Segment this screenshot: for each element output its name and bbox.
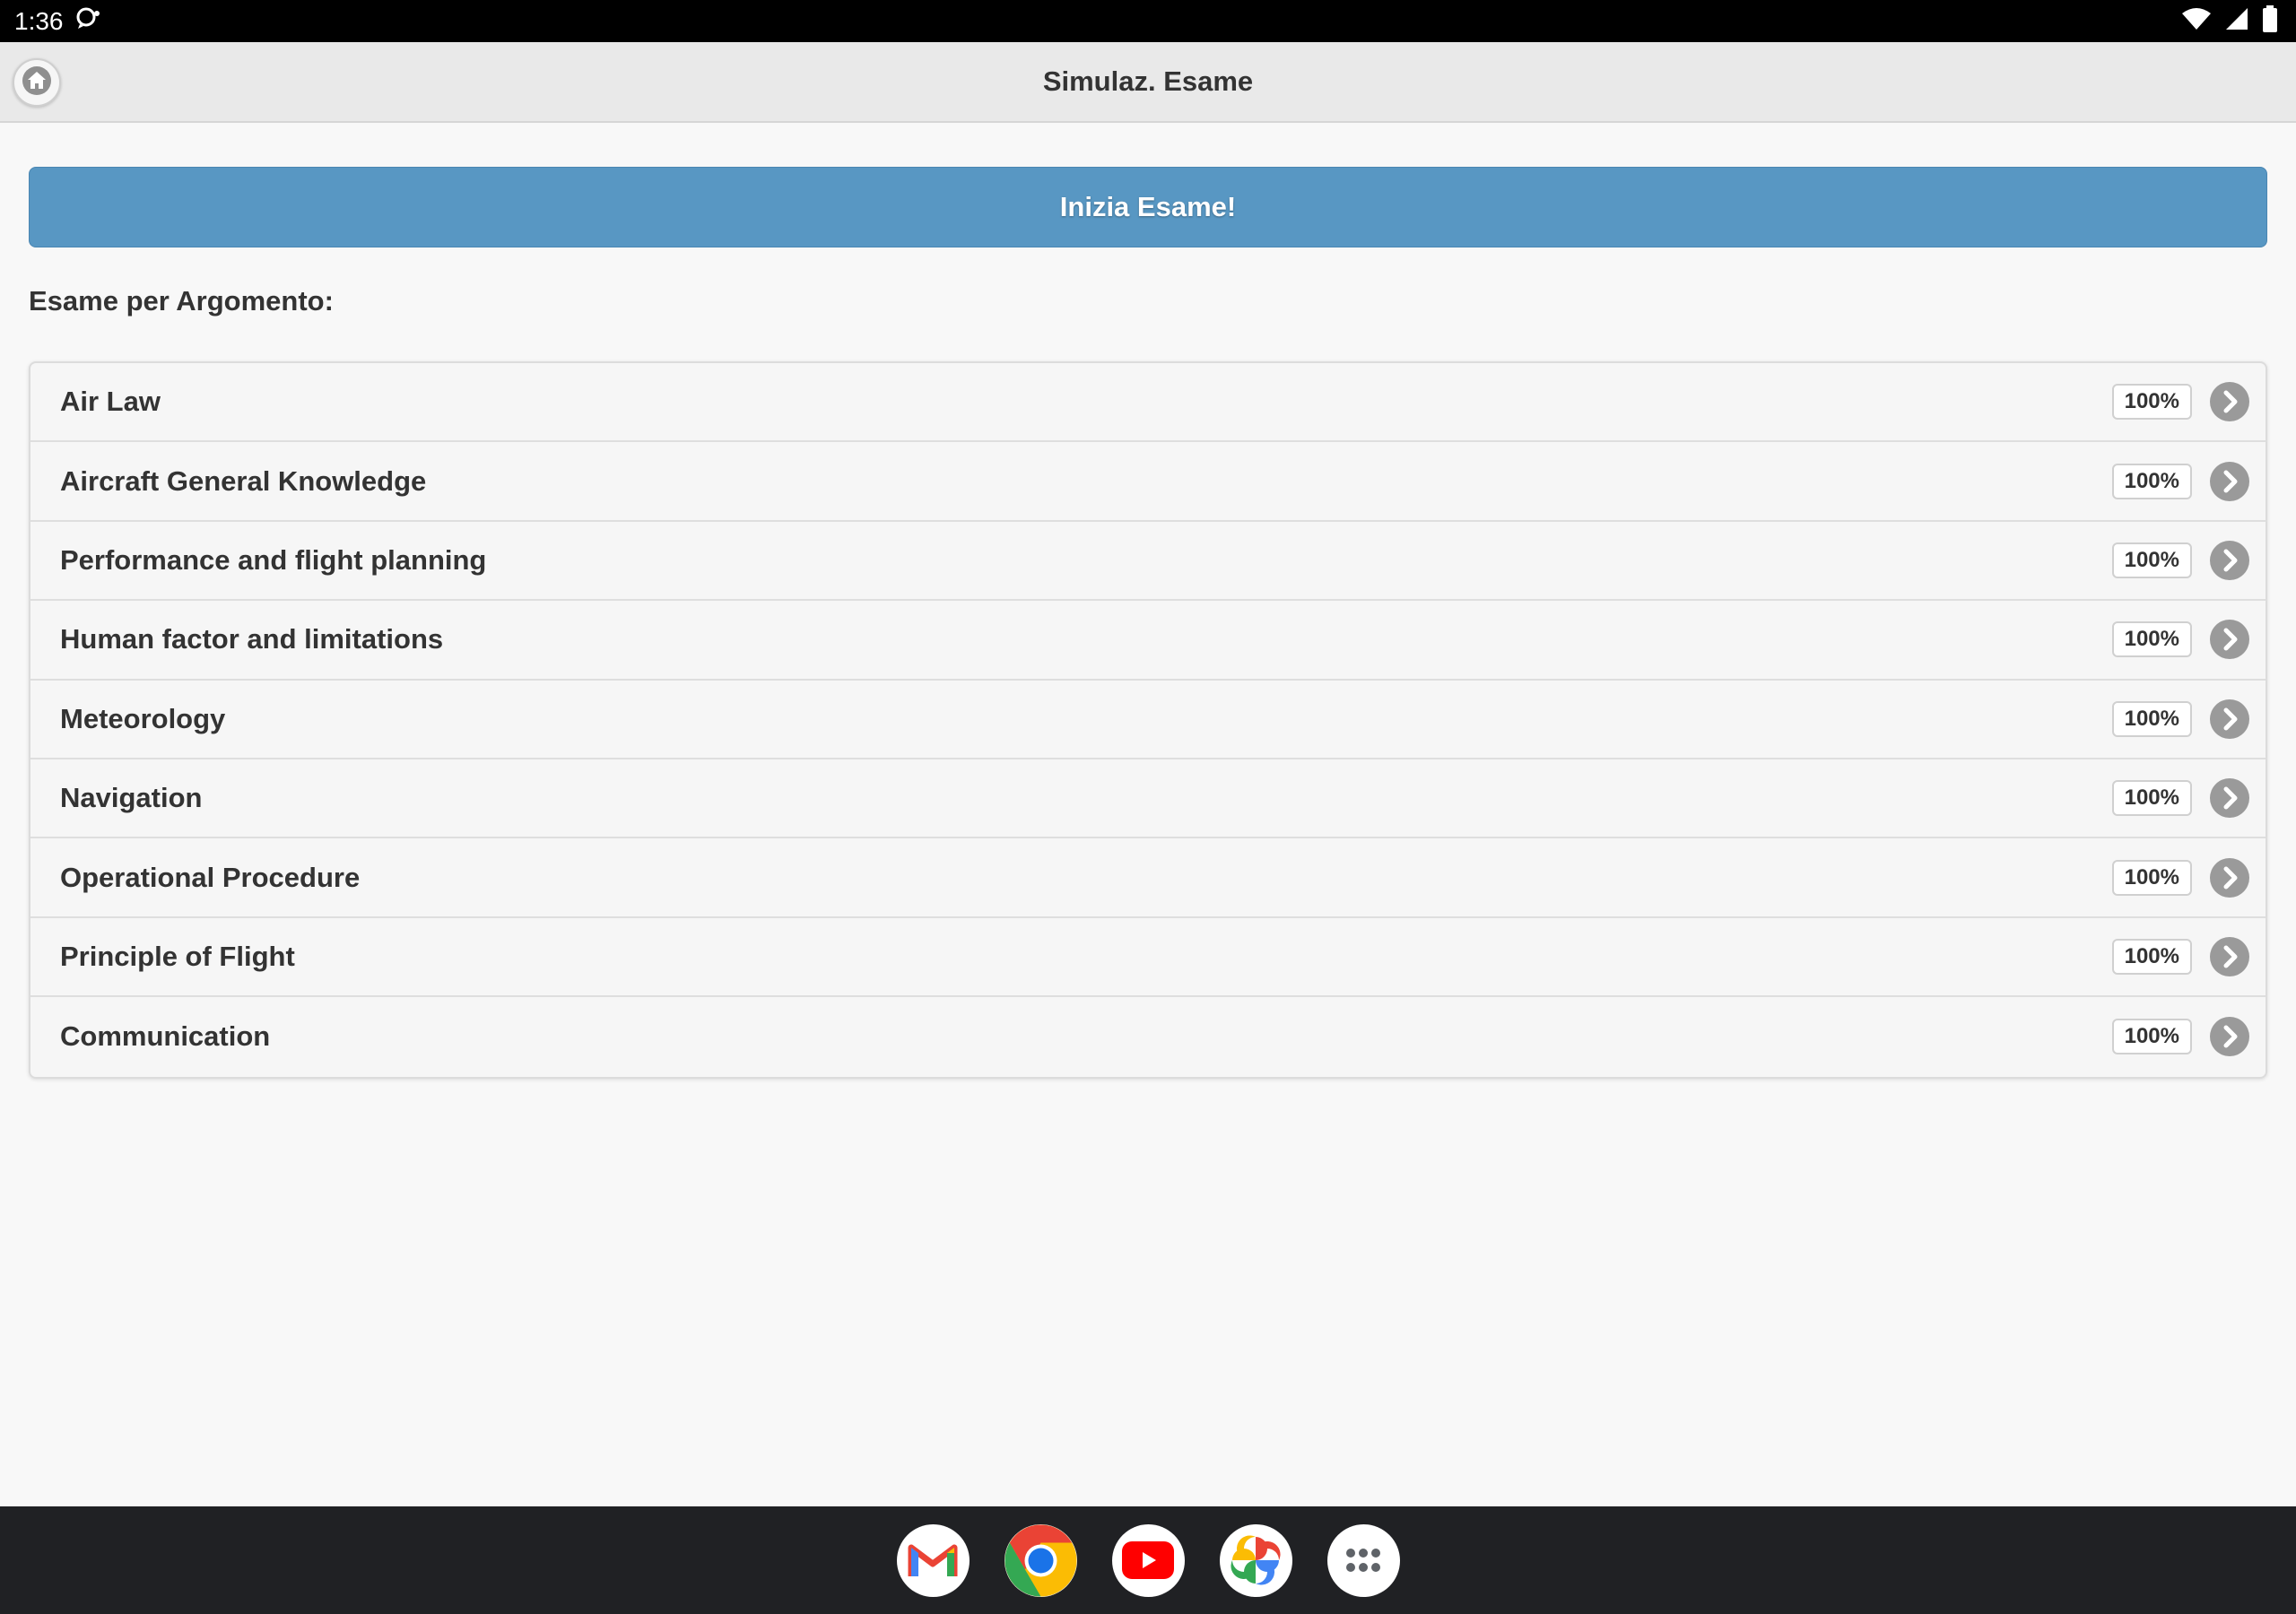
topic-label: Communication — [60, 1020, 271, 1053]
app-drawer-icon[interactable] — [1326, 1523, 1400, 1597]
topic-item-navigation[interactable]: Navigation 100% — [30, 759, 2266, 839]
topic-label: Navigation — [60, 782, 203, 814]
topic-item-principle-of-flight[interactable]: Principle of Flight 100% — [30, 918, 2266, 998]
chevron-right-icon — [2210, 936, 2249, 976]
count-badge: 100% — [2111, 700, 2192, 737]
count-badge: 100% — [2111, 463, 2192, 499]
battery-icon — [2262, 5, 2278, 37]
chevron-right-icon — [2210, 540, 2249, 580]
topic-label: Operational Procedure — [60, 861, 361, 893]
topic-item-operational-procedure[interactable]: Operational Procedure 100% — [30, 838, 2266, 918]
gmail-icon[interactable] — [896, 1523, 970, 1597]
status-right — [2181, 5, 2278, 37]
topic-item-air-law[interactable]: Air Law 100% — [30, 363, 2266, 443]
chevron-right-icon — [2210, 461, 2249, 501]
topic-label: Air Law — [60, 386, 161, 418]
topic-label: Aircraft General Knowledge — [60, 464, 427, 497]
count-badge: 100% — [2111, 542, 2192, 578]
count-badge: 100% — [2111, 780, 2192, 817]
chevron-right-icon — [2210, 1017, 2249, 1057]
topic-item-meteorology[interactable]: Meteorology 100% — [30, 681, 2266, 759]
count-badge: 100% — [2111, 1019, 2192, 1055]
youtube-icon[interactable] — [1111, 1523, 1185, 1597]
chevron-right-icon — [2210, 857, 2249, 898]
topic-label: Principle of Flight — [60, 940, 295, 972]
topic-label: Human factor and limitations — [60, 623, 444, 655]
home-button[interactable] — [13, 58, 61, 107]
home-icon — [22, 65, 52, 100]
topic-item-human-factor[interactable]: Human factor and limitations 100% — [30, 601, 2266, 681]
topic-list: Air Law 100% Aircraft General Knowledge … — [29, 361, 2267, 1079]
section-heading: Esame per Argomento: — [29, 285, 334, 317]
chevron-right-icon — [2210, 382, 2249, 422]
photos-icon[interactable] — [1219, 1523, 1292, 1597]
wifi-icon — [2181, 6, 2212, 36]
status-time: 1:36 — [14, 6, 64, 35]
app-header: Simulaz. Esame — [0, 42, 2296, 123]
cellular-signal-icon — [2224, 6, 2249, 36]
start-exam-button[interactable]: Inizia Esame! — [29, 167, 2267, 247]
topic-label: Performance and flight planning — [60, 543, 487, 576]
count-badge: 100% — [2111, 621, 2192, 658]
page-title: Simulaz. Esame — [1042, 65, 1254, 97]
taskbar-dock — [0, 1506, 2296, 1614]
chevron-right-icon — [2210, 620, 2249, 660]
chrome-icon[interactable] — [1004, 1523, 1077, 1597]
topic-label: Meteorology — [60, 702, 226, 734]
count-badge: 100% — [2111, 938, 2192, 975]
chat-notification-icon — [74, 4, 101, 38]
count-badge: 100% — [2111, 859, 2192, 896]
status-left: 1:36 — [14, 4, 101, 38]
chevron-right-icon — [2210, 699, 2249, 739]
status-bar: 1:36 — [0, 0, 2296, 42]
chevron-right-icon — [2210, 778, 2249, 819]
topic-item-communication[interactable]: Communication 100% — [30, 997, 2266, 1076]
topic-item-aircraft-general-knowledge[interactable]: Aircraft General Knowledge 100% — [30, 442, 2266, 522]
topic-item-performance-flight-planning[interactable]: Performance and flight planning 100% — [30, 522, 2266, 602]
count-badge: 100% — [2111, 384, 2192, 421]
